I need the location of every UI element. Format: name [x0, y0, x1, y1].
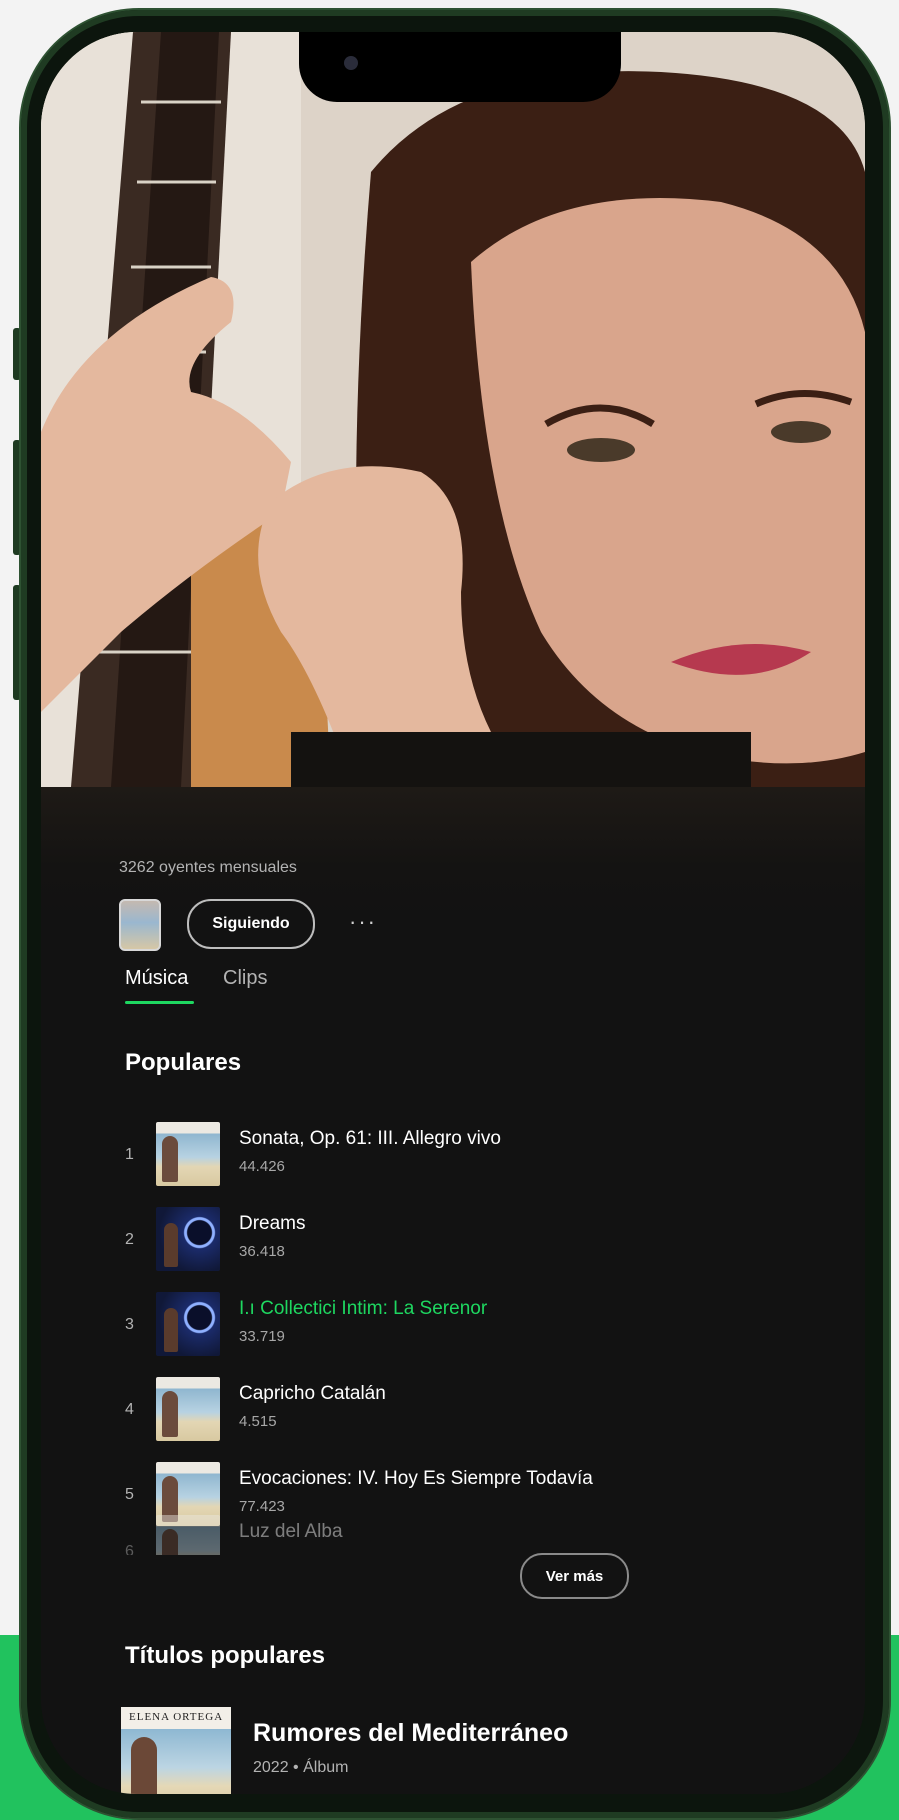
active-tab-indicator	[125, 1001, 194, 1004]
more-options-icon[interactable]: ···	[349, 899, 377, 945]
track-artwork	[156, 1122, 220, 1186]
track-play-count: 36.418	[239, 1243, 285, 1260]
camera-icon	[344, 56, 358, 70]
track-title: Dreams	[239, 1213, 306, 1234]
artist-page-content: 3262 oyentes mensuales Siguiendo ··· Mús…	[41, 787, 865, 1794]
album-art-figure	[131, 1737, 157, 1794]
artist-photo-illustration	[41, 32, 865, 787]
track-number: 2	[125, 1231, 134, 1248]
track-row[interactable]: 2 Dreams 36.418	[125, 1207, 845, 1277]
track-title: Evocaciones: IV. Hoy Es Siempre Todavía	[239, 1468, 593, 1489]
album-art-caption: ELENA ORTEGA	[129, 1711, 224, 1723]
track-title: Sonata, Op. 61: III. Allegro vivo	[239, 1128, 501, 1149]
track-play-count: 4.515	[239, 1413, 277, 1430]
track-artwork	[156, 1292, 220, 1356]
track-row-partial[interactable]: 6 Luz del Alba	[125, 1515, 845, 1555]
track-artwork	[156, 1377, 220, 1441]
track-number: 4	[125, 1401, 134, 1418]
track-row[interactable]: 1 Sonata, Op. 61: III. Allegro vivo 44.4…	[125, 1122, 845, 1192]
album-artwork[interactable]: ELENA ORTEGA	[121, 1707, 231, 1794]
track-play-count: 33.719	[239, 1328, 285, 1345]
track-row-now-playing[interactable]: 3 I.ı Collectici Intim: La Serenor 33.71…	[125, 1292, 845, 1362]
track-number: 6	[125, 1543, 134, 1555]
track-number: 3	[125, 1316, 134, 1333]
track-title: Capricho Catalán	[239, 1383, 386, 1404]
tab-clips[interactable]: Clips	[223, 967, 267, 990]
mute-switch	[13, 328, 21, 380]
track-artwork	[156, 1207, 220, 1271]
track-artwork	[156, 1515, 220, 1555]
track-number: 5	[125, 1486, 134, 1503]
tab-musica[interactable]: Música	[125, 967, 188, 990]
monthly-listeners: 3262 oyentes mensuales	[119, 859, 297, 876]
see-more-button[interactable]: Ver más	[520, 1553, 629, 1599]
volume-down-button	[13, 585, 21, 700]
device-notch	[299, 32, 621, 102]
album-meta: 2022 • Álbum	[253, 1759, 349, 1776]
volume-up-button	[13, 440, 21, 555]
artist-release-thumbnail[interactable]	[119, 899, 161, 951]
app-screen: 3262 oyentes mensuales Siguiendo ··· Mús…	[41, 32, 865, 1794]
popular-section-title: Populares	[125, 1049, 242, 1076]
popular-releases-title: Títulos populares	[125, 1642, 326, 1669]
follow-button[interactable]: Siguiendo	[187, 899, 315, 949]
track-title: I.ı Collectici Intim: La Serenor	[239, 1298, 488, 1319]
track-number: 1	[125, 1146, 134, 1163]
album-title[interactable]: Rumores del Mediterráneo	[253, 1719, 568, 1748]
track-play-count: 44.426	[239, 1158, 285, 1175]
track-row[interactable]: 4 Capricho Catalán 4.515	[125, 1377, 845, 1447]
track-play-count: 77.423	[239, 1498, 285, 1515]
artist-hero-image	[41, 32, 865, 787]
track-title: Luz del Alba	[239, 1521, 343, 1542]
